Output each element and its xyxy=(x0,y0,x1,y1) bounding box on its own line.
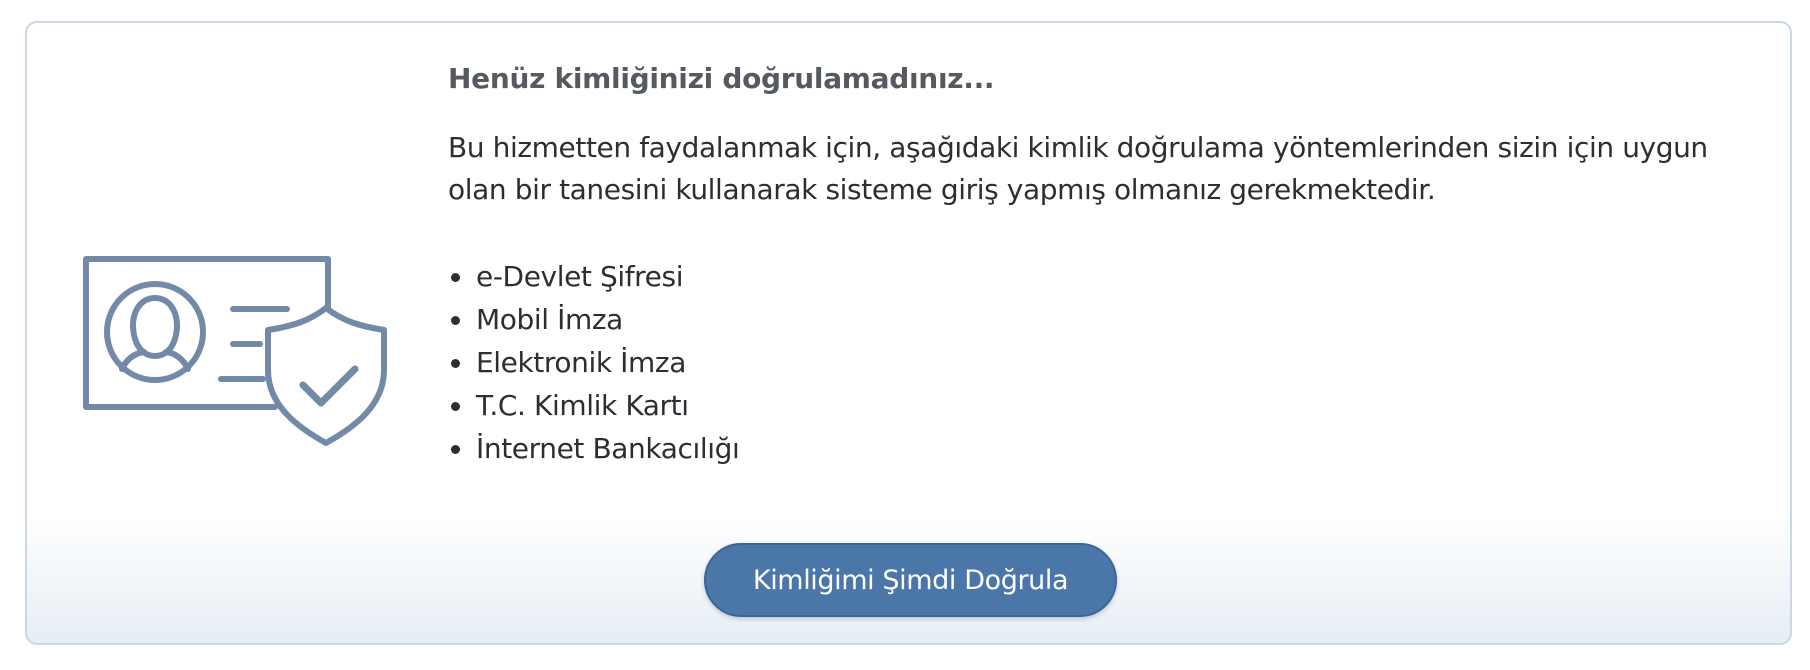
identity-verification-panel: Henüz kimliğinizi doğrulamadınız... Bu h… xyxy=(25,21,1792,645)
identity-card-shield-icon xyxy=(55,231,387,451)
verification-heading: Henüz kimliğinizi doğrulamadınız... xyxy=(448,62,995,95)
verification-description: Bu hizmetten faydalanmak için, aşağıdaki… xyxy=(448,131,1708,206)
list-item-mobile-signature: Mobil İmza xyxy=(448,298,1768,341)
verification-content: Henüz kimliğinizi doğrulamadınız... Bu h… xyxy=(448,59,1768,470)
list-item-electronic-signature: Elektronik İmza xyxy=(448,341,1768,384)
list-item-internet-banking: İnternet Bankacılığı xyxy=(448,427,1768,470)
list-item-id-card: T.C. Kimlik Kartı xyxy=(448,384,1768,427)
verify-identity-button[interactable]: Kimliğimi Şimdi Doğrula xyxy=(704,543,1117,617)
list-item-e-devlet-password: e-Devlet Şifresi xyxy=(448,255,1768,298)
verification-methods-list: e-Devlet Şifresi Mobil İmza Elektronik İ… xyxy=(448,255,1768,470)
